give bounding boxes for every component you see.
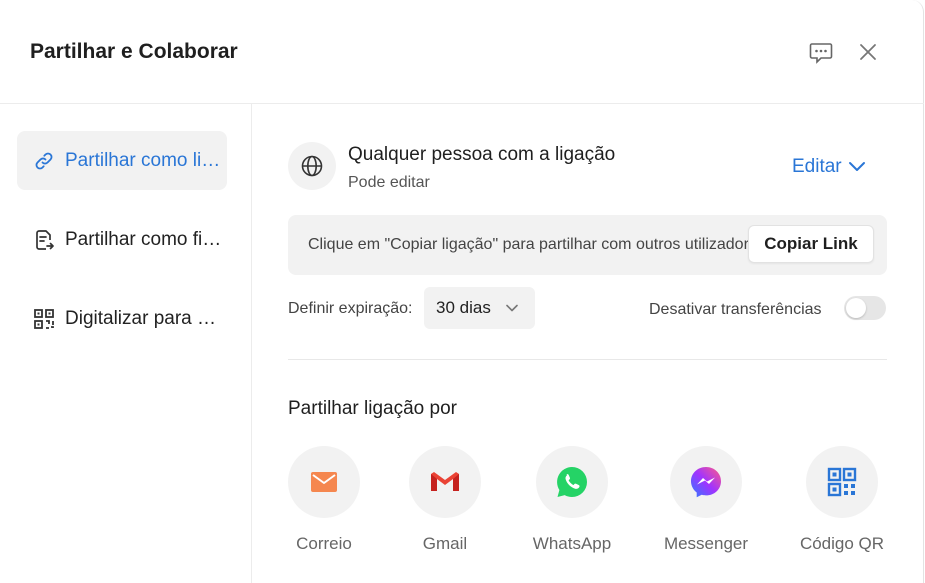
sidebar-item-label: Partilhar como ficheiro	[65, 228, 225, 250]
share-dialog: Partilhar e Colaborar Partilhar como lig…	[0, 0, 924, 583]
share-option-label: Messenger	[663, 534, 749, 553]
share-option-label: Código QR	[799, 534, 885, 553]
sidebar-item-label: Partilhar como ligação	[65, 149, 225, 171]
main-panel: Qualquer pessoa com a ligação Pode edita…	[252, 104, 924, 583]
edit-label: Editar	[792, 156, 842, 177]
expiration-label: Definir expiração:	[288, 300, 413, 317]
sidebar-item-share-link[interactable]: Partilhar como ligação	[17, 131, 227, 190]
link-box: Clique em "Copiar ligação" para partilha…	[288, 215, 887, 275]
sidebar-item-share-file[interactable]: Partilhar como ficheiro	[17, 210, 227, 269]
expiration-value: 30 dias	[436, 298, 491, 317]
chevron-down-icon	[848, 162, 865, 171]
dialog-header: Partilhar e Colaborar	[0, 0, 924, 104]
access-permission: Pode editar	[348, 174, 430, 191]
messenger-icon	[691, 467, 721, 498]
toggle-knob	[846, 298, 866, 318]
share-messenger-button[interactable]: Messenger	[651, 446, 761, 554]
access-title: Qualquer pessoa com a ligação	[348, 144, 616, 165]
chevron-down-icon	[506, 304, 518, 312]
file-share-icon	[33, 229, 55, 251]
share-qr-button[interactable]: Código QR	[787, 446, 897, 554]
disable-downloads-label: Desativar transferências	[649, 301, 822, 318]
close-icon	[860, 44, 876, 60]
qr-code-icon	[827, 467, 857, 497]
share-whatsapp-button[interactable]: WhatsApp	[517, 446, 627, 554]
feedback-button[interactable]	[807, 38, 835, 66]
disable-downloads-toggle[interactable]	[844, 296, 886, 320]
feedback-icon	[809, 43, 833, 64]
copy-link-button[interactable]: Copiar Link	[748, 225, 874, 263]
share-option-label: Gmail	[422, 534, 468, 553]
expiration-select[interactable]: 30 dias	[424, 287, 535, 329]
share-option-label: Correio	[296, 534, 352, 553]
share-via-title: Partilhar ligação por	[288, 398, 457, 419]
sidebar: Partilhar como ligação Partilhar como fi…	[0, 104, 252, 583]
sidebar-item-scan-share[interactable]: Digitalizar para partilhar	[17, 289, 227, 348]
dialog-title: Partilhar e Colaborar	[30, 40, 238, 63]
share-gmail-button[interactable]: Gmail	[390, 446, 500, 554]
sidebar-item-label: Digitalizar para partilhar	[65, 307, 225, 329]
close-button[interactable]	[854, 38, 882, 66]
gmail-icon	[431, 472, 459, 491]
copy-link-hint: Clique em "Copiar ligação" para partilha…	[308, 236, 748, 253]
edit-access-button[interactable]: Editar	[792, 156, 866, 178]
link-icon	[33, 150, 55, 172]
mail-icon	[311, 472, 337, 492]
globe-icon	[288, 142, 336, 190]
qr-code-icon	[33, 308, 55, 330]
share-option-label: WhatsApp	[532, 534, 612, 553]
share-mail-button[interactable]: Correio	[269, 446, 379, 554]
whatsapp-icon	[557, 467, 587, 497]
divider	[288, 359, 887, 360]
